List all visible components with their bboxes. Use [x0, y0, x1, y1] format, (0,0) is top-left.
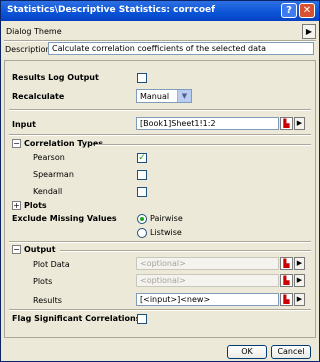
dialog-theme-arrow-icon[interactable]: ▶ [302, 24, 316, 39]
flag-significant-label: Flag Significant Correlations [12, 314, 141, 323]
divider [9, 309, 311, 310]
window-title: Statistics\Descriptive Statistics: corrc… [7, 5, 216, 15]
results-field[interactable]: [<input>]<new> [136, 293, 279, 306]
plot-data-label: Plot Data [33, 260, 70, 269]
plots-field[interactable]: <optional> [136, 274, 279, 287]
divider [9, 134, 311, 135]
pearson-checkbox[interactable]: ✓ [137, 153, 147, 163]
kendall-label: Kendall [33, 187, 63, 196]
dialog-theme-label: Dialog Theme [6, 27, 62, 36]
divider [95, 144, 311, 145]
ok-button[interactable]: OK [227, 345, 267, 359]
description-label: Description [5, 45, 51, 54]
recalculate-label: Recalculate [12, 92, 65, 101]
correlation-types-header: Correlation Types [24, 139, 104, 148]
range-picker-icon[interactable]: ▙ [280, 257, 293, 270]
pairwise-label: Pairwise [150, 214, 183, 223]
expand-plots-icon[interactable]: + [12, 201, 21, 210]
results-log-label: Results Log Output [12, 73, 99, 82]
collapse-output-icon[interactable]: − [12, 245, 21, 254]
recalculate-select[interactable]: Manual ▼ [136, 89, 192, 103]
help-button[interactable]: ? [281, 3, 297, 18]
pearson-label: Pearson [33, 153, 65, 162]
recalculate-value: Manual [140, 92, 170, 101]
collapse-correlation-icon[interactable]: − [12, 139, 21, 148]
chevron-down-icon[interactable]: ▼ [177, 90, 191, 102]
spearman-checkbox[interactable] [137, 170, 147, 180]
input-label: Input [12, 120, 36, 129]
divider [4, 40, 316, 41]
settings-panel: Results Log Output Recalculate Manual ▼ … [4, 60, 316, 338]
kendall-checkbox[interactable] [137, 187, 147, 197]
plot-data-field[interactable]: <optional> [136, 257, 279, 270]
title-bar[interactable]: Statistics\Descriptive Statistics: corrc… [1, 1, 319, 21]
cancel-button[interactable]: Cancel [271, 345, 311, 359]
exclude-missing-label: Exclude Missing Values [12, 214, 117, 223]
plots-section-header: Plots [24, 201, 47, 210]
close-button[interactable]: ✕ [299, 3, 315, 18]
plots-label: Plots [33, 277, 53, 286]
output-header: Output [24, 245, 56, 254]
results-log-checkbox[interactable] [137, 73, 147, 83]
range-picker-icon[interactable]: ▙ [280, 117, 293, 130]
arrow-right-icon[interactable]: ▶ [294, 117, 305, 130]
arrow-right-icon[interactable]: ▶ [294, 257, 305, 270]
listwise-label: Listwise [150, 228, 182, 237]
description-text: Calculate correlation coefficients of th… [48, 42, 314, 55]
dialog-window: Statistics\Descriptive Statistics: corrc… [0, 0, 320, 362]
arrow-right-icon[interactable]: ▶ [294, 293, 305, 306]
divider [60, 250, 311, 251]
divider [9, 241, 311, 242]
dialog-theme-row: Dialog Theme ▶ [4, 24, 316, 40]
listwise-radio[interactable] [137, 228, 147, 238]
results-label: Results [33, 296, 62, 305]
range-picker-icon[interactable]: ▙ [280, 274, 293, 287]
divider [9, 109, 311, 110]
range-picker-icon[interactable]: ▙ [280, 293, 293, 306]
pairwise-radio[interactable] [137, 214, 147, 224]
spearman-label: Spearman [33, 170, 74, 179]
flag-significant-checkbox[interactable] [137, 314, 147, 324]
input-field[interactable]: [Book1]Sheet1!1:2 [136, 117, 279, 130]
arrow-right-icon[interactable]: ▶ [294, 274, 305, 287]
